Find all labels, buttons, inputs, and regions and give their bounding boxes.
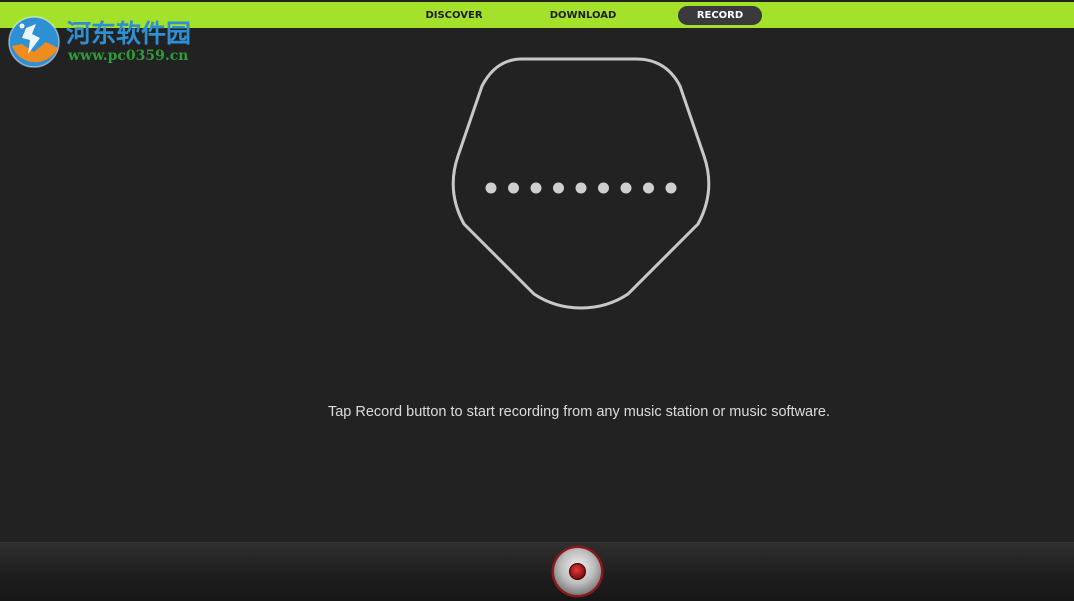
idle-dot — [575, 182, 587, 194]
watermark: 河东软件园 www.pc0359.cn — [4, 10, 214, 70]
idle-dot — [620, 182, 632, 194]
idle-dot — [508, 182, 519, 194]
record-instruction: Tap Record button to start recording fro… — [327, 404, 831, 420]
tab-download[interactable]: DOWNLOAD — [543, 6, 623, 25]
watermark-logo-icon — [8, 16, 60, 68]
idle-dots — [485, 182, 677, 194]
recording-visualizer — [451, 57, 711, 310]
watermark-title: 河东软件园 — [66, 19, 192, 48]
idle-dot — [665, 182, 677, 194]
record-icon — [569, 563, 586, 580]
tab-discover[interactable]: DISCOVER — [414, 6, 494, 25]
idle-dot — [553, 182, 564, 194]
tab-record[interactable]: RECORD — [678, 6, 762, 25]
record-button[interactable] — [550, 544, 605, 599]
idle-dot — [485, 182, 497, 194]
idle-dot — [530, 182, 542, 194]
idle-dot — [598, 182, 609, 194]
bottom-control-bar — [0, 542, 1074, 601]
app-window: DISCOVER DOWNLOAD RECORD 河东软件园 www.pc035… — [0, 0, 1074, 601]
idle-dot — [643, 182, 654, 194]
watermark-url: www.pc0359.cn — [68, 48, 189, 64]
